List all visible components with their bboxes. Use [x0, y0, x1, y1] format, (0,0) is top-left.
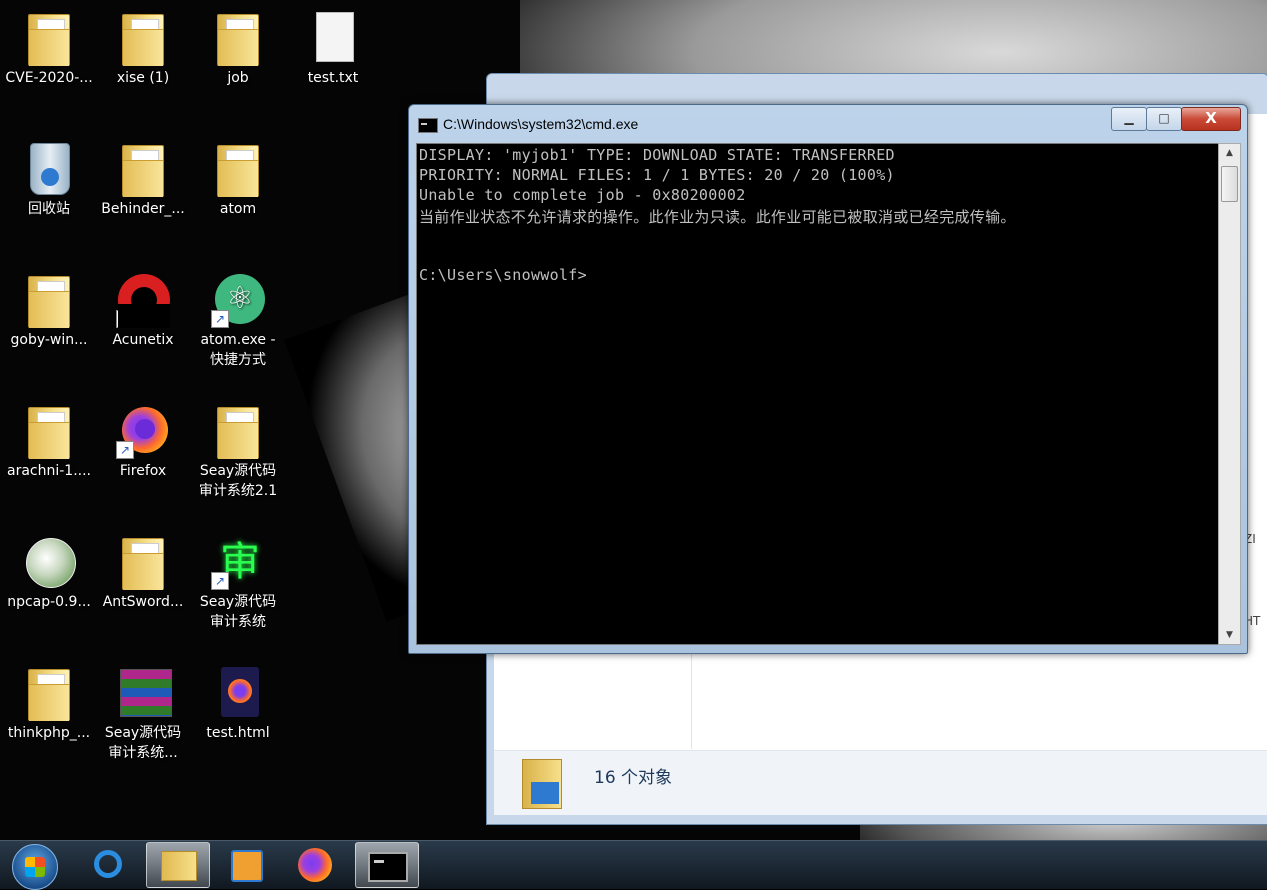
folder-icon: [211, 139, 265, 197]
winrar-icon: [116, 663, 172, 721]
desktop-icon-label: test.txt: [307, 70, 359, 86]
cmd-title-bar[interactable]: C:\Windows\system32\cmd.exe ▁ □ X: [409, 105, 1247, 141]
command-prompt[interactable]: C:\Users\snowwolf>: [419, 266, 587, 284]
folder-icon: [116, 139, 170, 197]
folder-icon: [116, 8, 170, 66]
folder-icon: [116, 532, 170, 590]
desktop-icon-arachni[interactable]: arachni-1....: [2, 397, 96, 481]
desktop-icon-thinkphp[interactable]: thinkphp_...: [2, 659, 96, 743]
folder-icon: [211, 8, 265, 66]
scroll-thumb[interactable]: [1221, 166, 1238, 202]
desktop-icon-antsword[interactable]: AntSword...: [96, 528, 190, 612]
acunetix-icon: ↗: [116, 270, 170, 328]
desktop-icon-seay-rar[interactable]: Seay源代码审计系统...: [96, 659, 190, 763]
maximize-button[interactable]: □: [1146, 107, 1182, 131]
firefox-icon: [298, 848, 332, 882]
desktop-icon-label: CVE-2020-...: [5, 70, 93, 86]
desktop-icon-firefox[interactable]: ↗ Firefox: [96, 397, 190, 481]
scroll-up-arrow-icon[interactable]: ▲: [1219, 144, 1240, 162]
taskbar-cmd[interactable]: [355, 842, 419, 888]
atom-icon: ⚛ ↗: [211, 270, 265, 328]
desktop-icon-label: AntSword...: [102, 594, 184, 610]
seay-icon: 审 ↗: [211, 532, 265, 590]
folder-icon: [522, 759, 562, 809]
desktop-icon-label: arachni-1....: [6, 463, 91, 479]
desktop-icon-label: thinkphp_...: [7, 725, 91, 741]
minimize-button[interactable]: ▁: [1111, 107, 1147, 131]
desktop-icon-label: Behinder_...: [101, 201, 185, 217]
explorer-status-bar: 16 个对象: [494, 750, 1267, 815]
desktop-icon-job[interactable]: job: [191, 4, 285, 88]
taskbar-media-player[interactable]: [213, 842, 275, 886]
taskbar: [0, 840, 1267, 890]
desktop-icon-label: npcap-0.9...: [7, 594, 91, 610]
close-button[interactable]: X: [1181, 107, 1241, 131]
desktop-icon-test-txt[interactable]: test.txt: [286, 4, 380, 88]
folder-icon: [211, 401, 265, 459]
internet-explorer-icon: [94, 850, 122, 878]
desktop-icon-label: goby-win...: [10, 332, 88, 348]
desktop-icon-acunetix[interactable]: ↗ Acunetix: [96, 266, 190, 350]
desktop-icon-label: atom.exe - 快捷方式: [200, 332, 276, 368]
recycle-bin-icon: [22, 139, 76, 197]
start-button[interactable]: [12, 844, 58, 890]
desktop-icon-atom-folder[interactable]: atom: [191, 135, 285, 219]
vertical-scrollbar[interactable]: ▲ ▼: [1218, 143, 1241, 645]
shortcut-arrow-icon: ↗: [211, 310, 229, 328]
firefox-icon: ↗: [116, 401, 170, 459]
folder-icon: [22, 663, 76, 721]
folder-icon: [22, 270, 76, 328]
npcap-icon: [22, 532, 76, 590]
desktop-icon-label: xise (1): [116, 70, 170, 86]
cmd-window[interactable]: C:\Windows\system32\cmd.exe ▁ □ X DISPLA…: [408, 104, 1248, 654]
desktop-icon-label: Firefox: [119, 463, 167, 479]
shortcut-arrow-icon: ↗: [116, 441, 134, 459]
desktop-icon-label: atom: [219, 201, 257, 217]
folder-icon: [161, 851, 197, 881]
desktop-icon-label: 回收站: [28, 201, 70, 217]
desktop-icon-xise[interactable]: xise (1): [96, 4, 190, 88]
desktop-icon-test-html[interactable]: test.html: [191, 659, 285, 743]
desktop-icon-goby[interactable]: goby-win...: [2, 266, 96, 350]
desktop-icon-seay-folder[interactable]: Seay源代码审计系统2.1: [191, 397, 285, 501]
desktop-icon-seay-exe[interactable]: 审 ↗ Seay源代码审计系统: [191, 528, 285, 632]
text-file-icon: [306, 8, 360, 66]
console-line: DISPLAY: 'myjob1' TYPE: DOWNLOAD STATE: …: [419, 146, 895, 164]
desktop-icon-atom-exe[interactable]: ⚛ ↗ atom.exe - 快捷方式: [191, 266, 285, 370]
desktop-icon-label: Seay源代码审计系统2.1: [198, 463, 278, 499]
taskbar-internet-explorer[interactable]: [76, 842, 138, 886]
taskbar-firefox[interactable]: [284, 842, 346, 886]
folder-icon: [22, 8, 76, 66]
folder-icon: [22, 401, 76, 459]
desktop-icon-label: test.html: [206, 725, 270, 741]
scroll-down-arrow-icon[interactable]: ▼: [1219, 626, 1240, 644]
console-line: 当前作业状态不允许请求的操作。此作业为只读。此作业可能已被取消或已经完成传输。: [419, 208, 1016, 226]
desktop-icon-behinder[interactable]: Behinder_...: [96, 135, 190, 219]
desktop-icon-label: Seay源代码审计系统...: [104, 725, 182, 761]
console-line: PRIORITY: NORMAL FILES: 1 / 1 BYTES: 20 …: [419, 166, 895, 184]
desktop-icon-cve[interactable]: CVE-2020-...: [2, 4, 96, 88]
console-line: Unable to complete job - 0x80200002: [419, 186, 746, 204]
console-output[interactable]: DISPLAY: 'myjob1' TYPE: DOWNLOAD STATE: …: [416, 143, 1219, 645]
desktop-icon-label: job: [227, 70, 249, 86]
object-count: 16 个对象: [594, 768, 673, 788]
shortcut-arrow-icon: ↗: [211, 572, 229, 590]
desktop-icon-label: Acunetix: [112, 332, 174, 348]
console-icon[interactable]: [418, 118, 438, 133]
taskbar-windows-explorer[interactable]: [146, 842, 210, 888]
desktop-icon-recycle-bin[interactable]: 回收站: [2, 135, 96, 219]
html-file-icon: [211, 663, 265, 721]
desktop-icon-label: Seay源代码审计系统: [199, 594, 277, 630]
media-player-icon: [231, 850, 263, 882]
window-title: C:\Windows\system32\cmd.exe: [443, 116, 639, 132]
console-icon: [368, 852, 408, 882]
desktop-icon-npcap[interactable]: npcap-0.9...: [2, 528, 96, 612]
